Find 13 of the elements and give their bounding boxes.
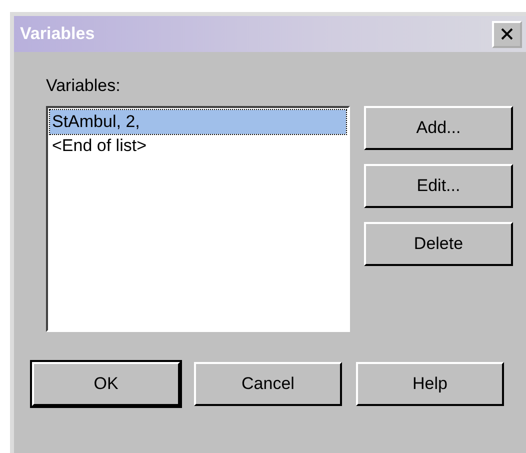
dialog-button[interactable]: Help	[356, 362, 504, 406]
close-button[interactable]	[492, 20, 522, 48]
dialog-button[interactable]: Cancel	[194, 362, 342, 406]
list-label: Variables:	[46, 76, 122, 96]
side-button[interactable]: Add...	[364, 106, 513, 150]
variables-list[interactable]: StAmbul, 2, <End of list>	[46, 106, 350, 332]
side-button[interactable]: Edit...	[364, 164, 513, 208]
side-button[interactable]: Delete	[364, 222, 513, 266]
list-item[interactable]: <End of list>	[50, 134, 346, 158]
close-icon	[500, 28, 514, 40]
dialog-button[interactable]: OK	[32, 362, 180, 406]
list-item[interactable]: StAmbul, 2,	[50, 110, 346, 134]
window-title: Variables	[20, 24, 95, 44]
